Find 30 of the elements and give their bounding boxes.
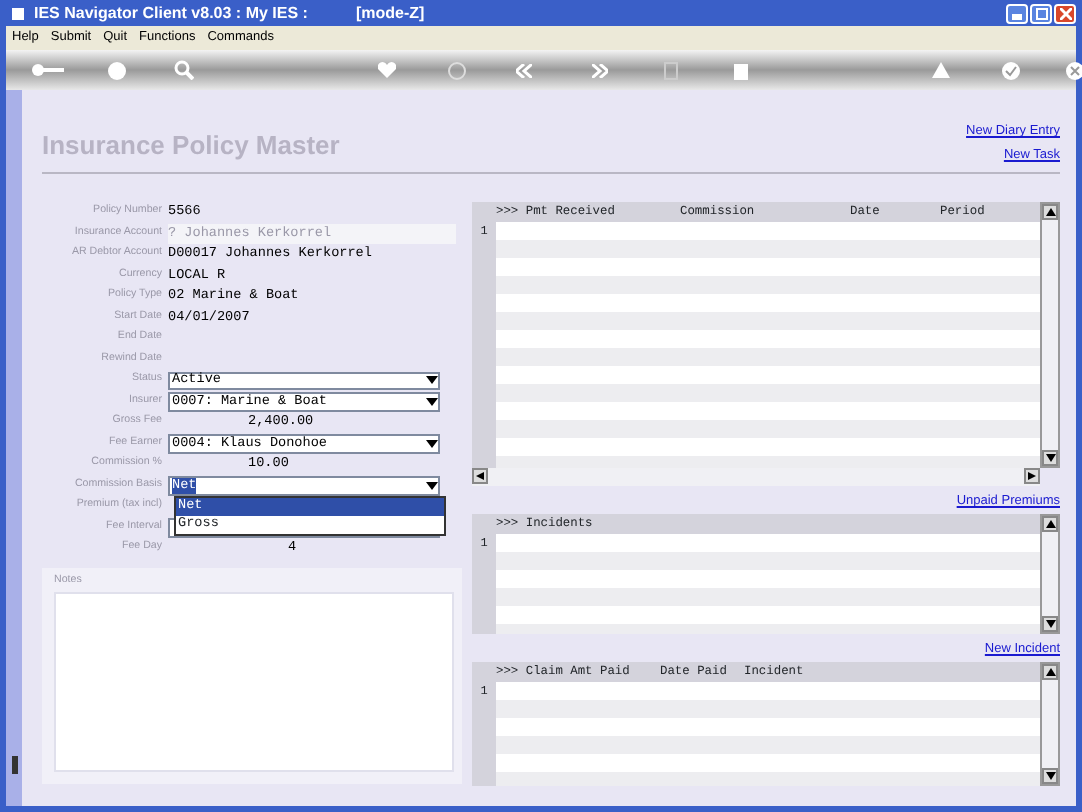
app-icon [10,5,26,21]
vertical-scrollbar[interactable] [1040,661,1060,785]
scroll-down-button[interactable] [1042,450,1058,466]
rewind-icon[interactable] [516,63,532,77]
dropdown-caret-icon[interactable] [426,439,438,448]
maximize-icon[interactable] [1035,7,1047,19]
check-icon[interactable] [1002,61,1020,79]
maximize-button[interactable] [1030,3,1052,23]
taskbar-icon[interactable] [9,756,19,774]
vertical-scrollbar[interactable] [1040,513,1060,634]
vertical-scrollbar[interactable] [1040,202,1060,468]
notes-field[interactable] [54,592,454,773]
close-button[interactable] [1054,3,1076,23]
heart-icon[interactable] [378,62,396,78]
scroll-right-button[interactable] [1024,468,1040,484]
scroll-down-button[interactable] [1042,615,1058,632]
scroll-up-button[interactable] [1042,204,1058,220]
close-icon[interactable] [1059,7,1071,19]
scroll-left-button[interactable] [472,468,488,484]
search-icon[interactable] [174,60,194,80]
dropdown-caret-icon[interactable] [426,481,438,490]
scroll-up-button[interactable] [1042,663,1058,679]
forward-icon[interactable] [592,63,608,77]
mode-label: [mode-Z] [355,1,425,25]
horizontal-scrollbar[interactable] [472,468,1040,486]
scroll-down-button[interactable] [1042,767,1058,783]
scroll-up-button[interactable] [1042,515,1058,532]
window-title: IES Navigator Client v8.03 : My IES : [34,1,308,25]
minimize-button[interactable] [1006,3,1028,23]
close-icon[interactable] [1066,61,1082,79]
